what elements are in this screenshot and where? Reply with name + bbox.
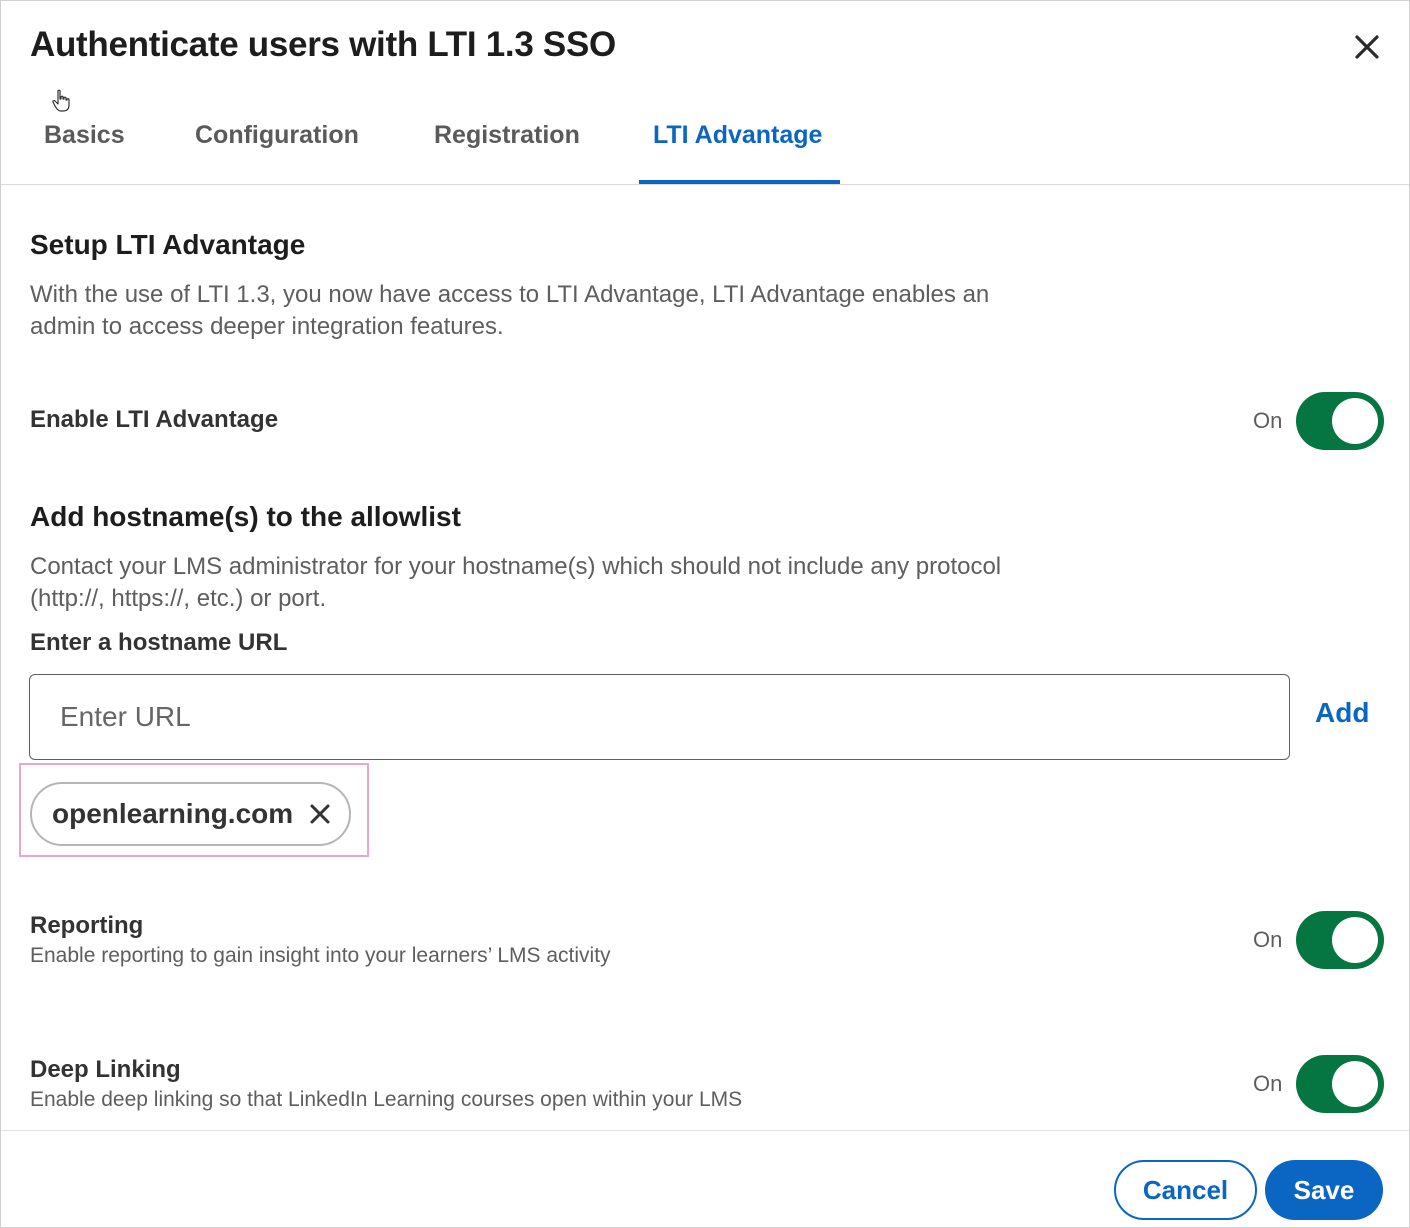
tab-configuration[interactable]: Configuration [195, 121, 359, 150]
hostname-chip-label: openlearning.com [52, 798, 294, 829]
reporting-state: On [1253, 927, 1283, 952]
enable-lti-state: On [1253, 408, 1283, 433]
reporting-label: Reporting [30, 912, 144, 939]
reporting-description: Enable reporting to gain insight into yo… [30, 944, 611, 967]
close-button[interactable] [1347, 27, 1387, 67]
hostname-url-input[interactable] [29, 674, 1290, 760]
active-tab-indicator [639, 180, 840, 184]
tab-basics[interactable]: Basics [44, 121, 125, 150]
tab-registration[interactable]: Registration [434, 121, 580, 150]
reporting-toggle[interactable] [1296, 911, 1384, 969]
setup-description-line1: With the use of LTI 1.3, you now have ac… [30, 281, 990, 308]
deep-linking-toggle[interactable] [1296, 1055, 1384, 1113]
add-hostname-button[interactable]: Add [1315, 697, 1369, 729]
setup-description-line2: admin to access deeper integration featu… [30, 313, 504, 340]
dialog-title: Authenticate users with LTI 1.3 SSO [30, 25, 616, 64]
deep-linking-state: On [1253, 1071, 1283, 1096]
setup-title: Setup LTI Advantage [30, 229, 306, 260]
enable-lti-toggle[interactable] [1296, 392, 1384, 450]
close-icon[interactable] [308, 802, 332, 826]
save-button[interactable]: Save [1265, 1160, 1383, 1220]
hand-pointer-icon [52, 89, 70, 112]
hostname-input-label: Enter a hostname URL [30, 629, 288, 656]
toggle-knob [1332, 917, 1378, 963]
lti-sso-dialog: Authenticate users with LTI 1.3 SSO Basi… [0, 0, 1410, 1228]
allowlist-description-line1: Contact your LMS administrator for your … [30, 553, 1002, 580]
allowlist-heading: Add hostname(s) to the allowlist [30, 501, 461, 532]
deep-linking-description: Enable deep linking so that LinkedIn Lea… [30, 1088, 743, 1111]
allowlist-description-line2: (http://, https://, etc.) or port. [30, 585, 327, 612]
toggle-knob [1332, 1061, 1378, 1107]
tab-lti-advantage[interactable]: LTI Advantage [653, 121, 822, 150]
enable-lti-label: Enable LTI Advantage [30, 406, 279, 433]
toggle-knob [1332, 398, 1378, 444]
tab-bar: Basics Configuration Registration LTI Ad… [1, 101, 1409, 185]
deep-linking-label: Deep Linking [30, 1056, 181, 1083]
close-icon [1355, 35, 1379, 59]
cancel-button[interactable]: Cancel [1114, 1160, 1257, 1220]
hostname-chip: openlearning.com [30, 782, 351, 846]
